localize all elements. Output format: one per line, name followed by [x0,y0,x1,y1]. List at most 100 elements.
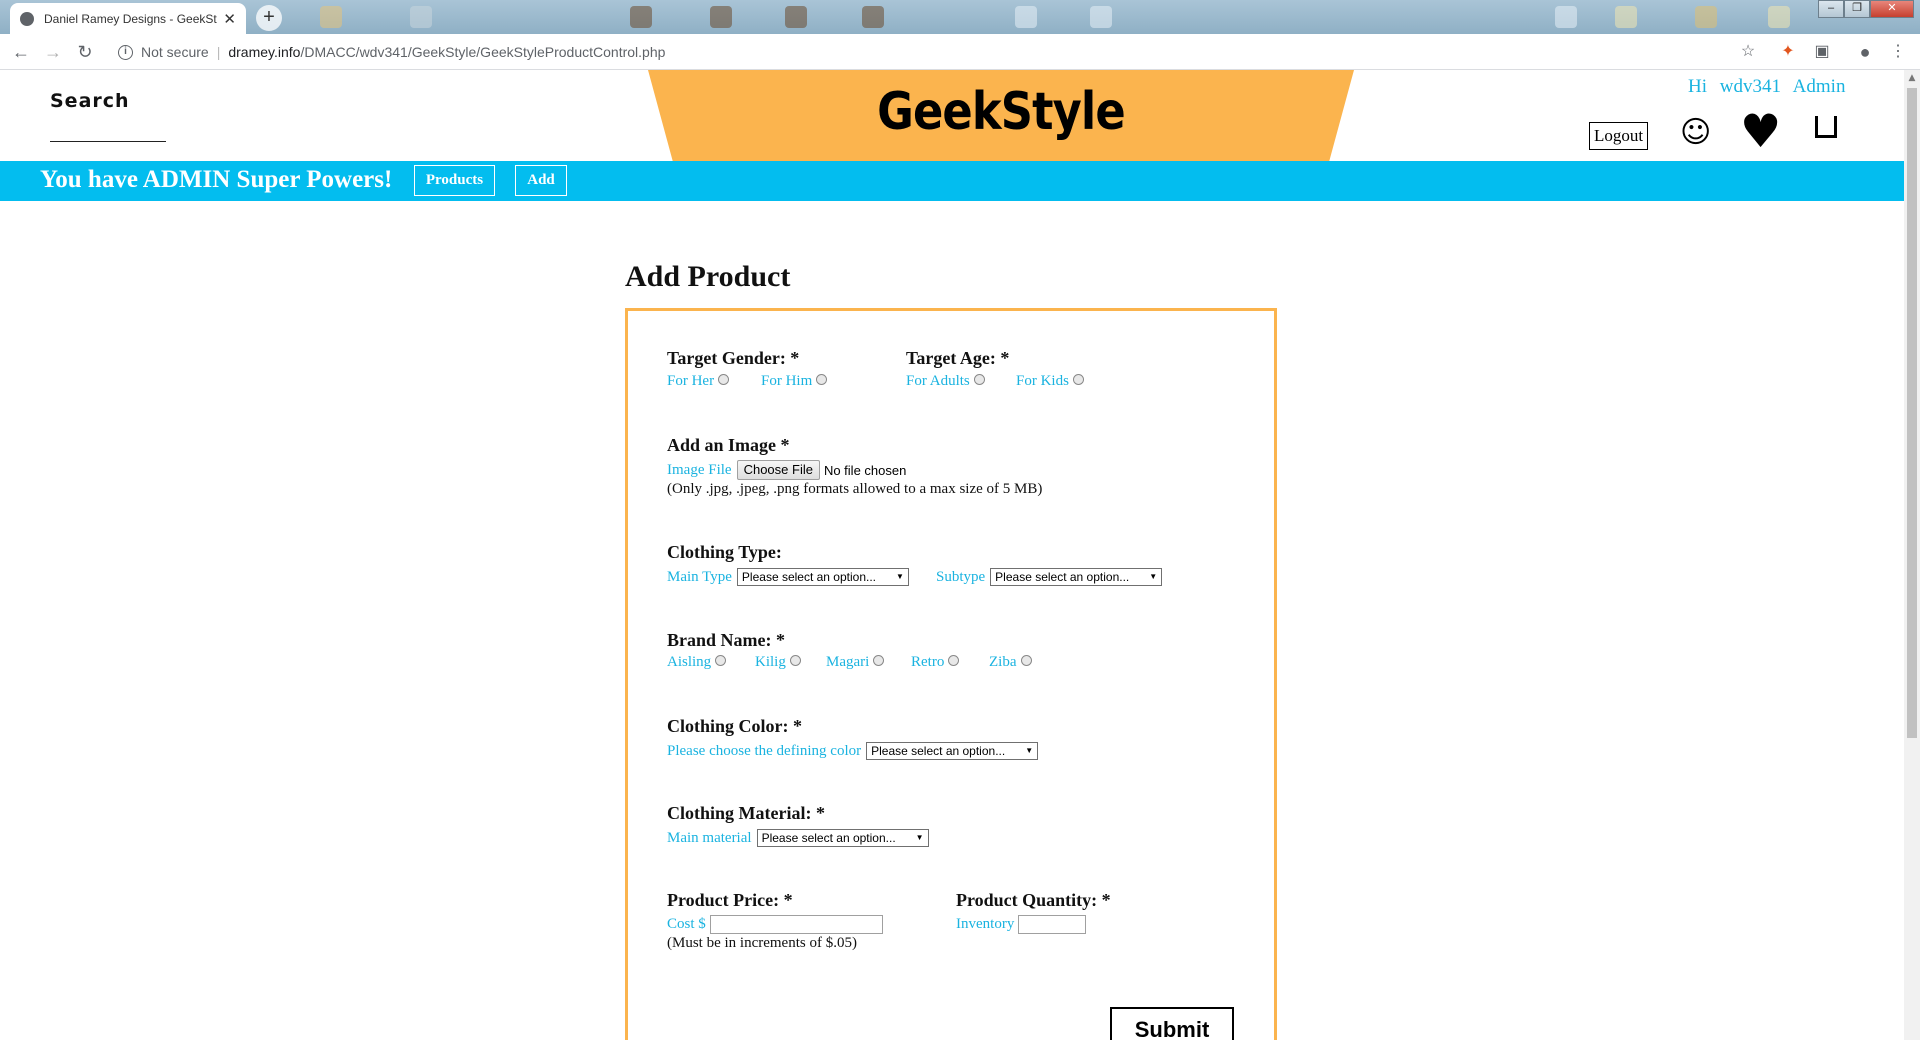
product-price-label: Product Price: * [667,890,793,910]
image-file-label: Image File [667,461,732,478]
radio-circle[interactable] [1020,655,1032,666]
subtype-row: Subtype Please select an option... ▼ [936,568,1163,586]
new-tab-button[interactable]: + [256,5,282,31]
search-underline [50,141,166,142]
desktop-decoration [710,6,732,28]
radio-brand-aisling[interactable]: Aisling [667,654,727,671]
image-label: Add an Image * [667,435,790,455]
address-separator: | [216,44,221,60]
user-greeting: Hi wdv341 Admin [1688,76,1846,97]
search-label[interactable]: Search [50,90,130,112]
add-button[interactable]: Add [515,165,567,196]
tab-close-icon[interactable]: ✕ [223,10,236,28]
radio-circle[interactable] [718,374,730,385]
radio-label: For Her [667,373,715,389]
products-button[interactable]: Products [414,165,495,196]
page-scrollbar[interactable]: ▲ [1904,70,1920,1040]
desktop-decoration [1615,6,1637,28]
radio-circle[interactable] [789,655,801,666]
radio-brand-retro[interactable]: Retro [911,654,960,671]
desktop-decoration [320,6,342,28]
target-gender-label: Target Gender: * [667,348,800,368]
logout-button[interactable]: Logout [1589,122,1648,150]
shopping-bag-icon[interactable] [1815,116,1837,138]
clothing-material-label: Clothing Material: * [667,803,825,823]
browser-tab[interactable]: Daniel Ramey Designs - GeekStyle ✕ [10,3,246,34]
target-age-label: Target Age: * [906,348,1010,368]
site-logo[interactable]: GeekStyle [697,70,1304,154]
subtype-select[interactable]: Please select an option... ▼ [990,568,1163,586]
menu-kebab-icon[interactable]: ⋮ [1888,42,1908,62]
color-field-label: Please choose the defining color [667,742,862,759]
price-input[interactable] [709,915,883,934]
radio-label: Kilig [755,654,786,670]
desktop-decoration [1695,6,1717,28]
window-close-button[interactable]: ✕ [1870,0,1914,18]
smiley-icon[interactable]: ☺ [1680,115,1711,150]
radio-for-kids[interactable]: For Kids [1016,373,1084,390]
file-status: No file chosen [823,462,907,478]
forward-arrow-icon[interactable]: → [42,41,64,63]
select-value: Please select an option... [995,570,1130,584]
clothing-color-label: Clothing Color: * [667,716,802,736]
desktop-decoration [1555,6,1577,28]
radio-brand-kilig[interactable]: Kilig [755,654,801,671]
address-bar[interactable]: i Not secure | dramey.info /DMACC/wdv341… [110,38,1770,66]
reload-icon[interactable]: ↻ [74,41,96,63]
scrollbar-thumb[interactable] [1907,88,1917,738]
image-file-row: Image File Choose File No file chosen [667,460,906,480]
desktop-decoration [1090,6,1112,28]
color-row: Please choose the defining color Please … [667,742,1039,760]
radio-circle[interactable] [873,655,885,666]
radio-circle[interactable] [1072,374,1084,385]
back-arrow-icon[interactable]: ← [10,41,32,63]
material-row: Main material Please select an option...… [667,829,929,847]
select-value: Please select an option... [741,570,877,584]
radio-circle[interactable] [715,655,727,666]
main-type-label: Main Type [667,568,732,585]
select-caret-icon: ▼ [1025,746,1034,755]
material-field-label: Main material [667,829,752,846]
price-row: Cost $ [667,915,883,934]
price-note: (Must be in increments of $.05) [667,935,857,951]
url-domain: dramey.info [228,44,301,60]
material-select[interactable]: Please select an option... ▼ [756,829,929,847]
inventory-input[interactable] [1018,915,1087,934]
maximize-button[interactable]: ❐ [1844,0,1870,18]
info-icon[interactable]: i [118,44,133,60]
radio-label: Retro [911,654,945,670]
inventory-label: Inventory [956,916,1015,932]
profile-avatar-icon[interactable]: ● [1855,42,1875,62]
radio-brand-ziba[interactable]: Ziba [989,654,1032,671]
radio-circle[interactable] [816,374,828,385]
radio-circle[interactable] [973,374,985,385]
radio-for-him[interactable]: For Him [761,373,828,390]
cast-icon[interactable]: ▣ [1812,42,1832,62]
minimize-button[interactable]: – [1818,0,1844,18]
desktop-decoration [1015,6,1037,28]
extension-icon[interactable]: ✦ [1778,42,1798,62]
radio-label: Magari [826,654,870,670]
radio-circle[interactable] [948,655,960,666]
desktop-decoration [1768,6,1790,28]
main-type-select[interactable]: Please select an option... ▼ [736,568,909,586]
admin-message: You have ADMIN Super Powers! [40,166,393,193]
radio-label: Ziba [989,654,1017,670]
browser-toolbar: ← → ↻ i Not secure | dramey.info /DMACC/… [0,34,1920,70]
select-caret-icon: ▼ [896,572,904,581]
color-select[interactable]: Please select an option... ▼ [866,742,1039,760]
image-format-note: (Only .jpg, .jpeg, .png formats allowed … [667,481,1043,497]
select-value: Please select an option... [871,744,1006,758]
radio-for-her[interactable]: For Her [667,373,730,390]
tab-title: Daniel Ramey Designs - GeekStyle [44,11,218,26]
radio-for-adults[interactable]: For Adults [906,373,985,390]
select-caret-icon: ▼ [915,833,924,842]
choose-file-button[interactable]: Choose File [736,460,820,480]
radio-brand-magari[interactable]: Magari [826,654,885,671]
browser-tab-strip: Daniel Ramey Designs - GeekStyle ✕ + – ❐… [0,0,1920,34]
scroll-up-arrow-icon[interactable]: ▲ [1904,70,1920,86]
submit-button[interactable]: Submit [1110,1007,1234,1040]
bookmark-star-icon[interactable]: ☆ [1738,42,1758,62]
page-content: Search GeekStyle Hi wdv341 Admin Logout … [0,70,1904,1040]
heart-icon[interactable]: ♥ [1740,104,1781,158]
